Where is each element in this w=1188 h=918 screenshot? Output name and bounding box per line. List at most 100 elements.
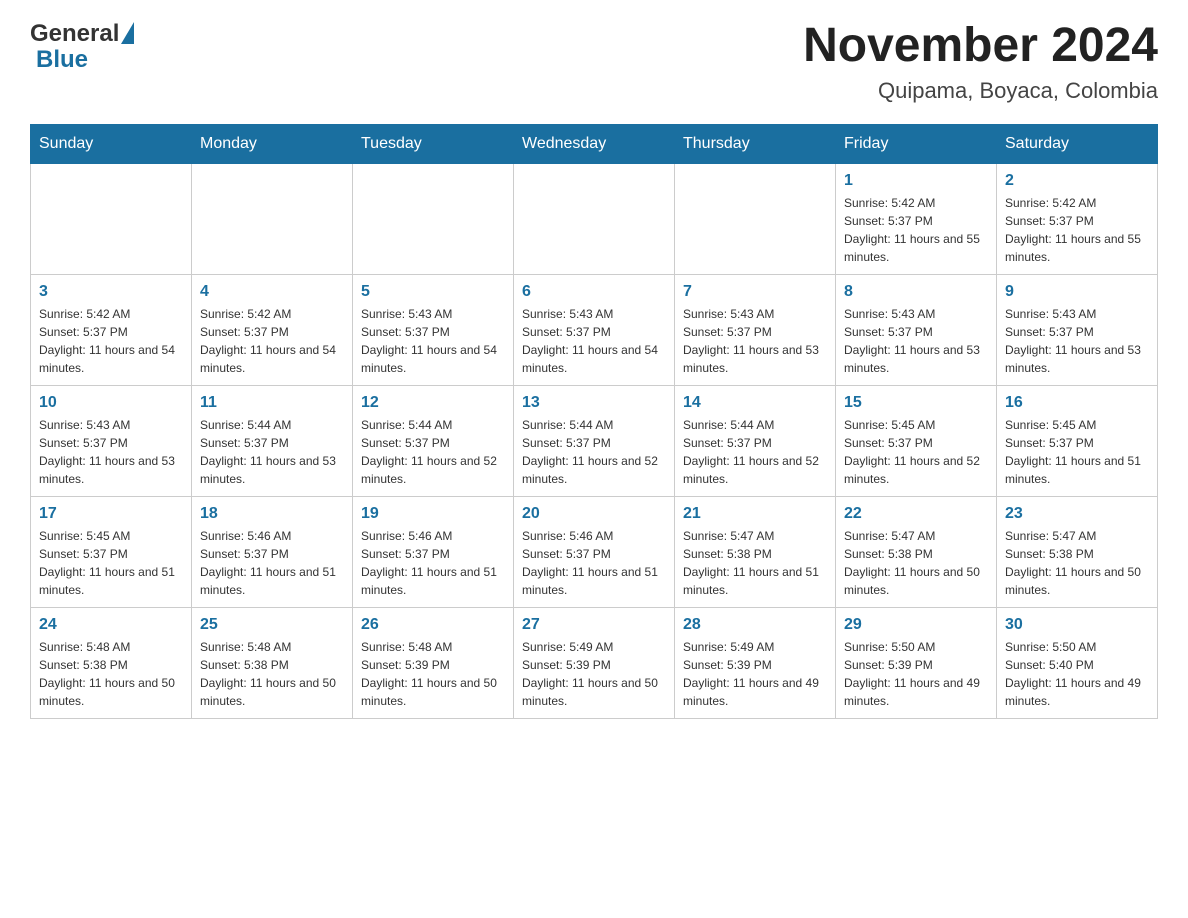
day-info: Sunrise: 5:46 AMSunset: 5:37 PMDaylight:… [361, 527, 505, 599]
calendar-cell: 20 Sunrise: 5:46 AMSunset: 5:37 PMDayligh… [514, 496, 675, 607]
day-number: 5 [361, 283, 505, 301]
weekday-header-friday: Friday [836, 124, 997, 163]
day-info: Sunrise: 5:50 AMSunset: 5:40 PMDaylight:… [1005, 638, 1149, 710]
calendar-title: November 2024 [803, 20, 1158, 73]
day-number: 8 [844, 283, 988, 301]
day-info: Sunrise: 5:49 AMSunset: 5:39 PMDaylight:… [522, 638, 666, 710]
day-info: Sunrise: 5:44 AMSunset: 5:37 PMDaylight:… [683, 416, 827, 488]
calendar-cell: 22 Sunrise: 5:47 AMSunset: 5:38 PMDayligh… [836, 496, 997, 607]
calendar-cell [353, 163, 514, 274]
day-number: 28 [683, 616, 827, 634]
week-row-1: 1 Sunrise: 5:42 AMSunset: 5:37 PMDaylight… [31, 163, 1158, 274]
day-number: 2 [1005, 172, 1149, 190]
day-number: 15 [844, 394, 988, 412]
day-number: 30 [1005, 616, 1149, 634]
logo-triangle-icon [121, 22, 134, 44]
calendar-header-row: SundayMondayTuesdayWednesdayThursdayFrid… [31, 124, 1158, 163]
day-info: Sunrise: 5:43 AMSunset: 5:37 PMDaylight:… [39, 416, 183, 488]
day-info: Sunrise: 5:50 AMSunset: 5:39 PMDaylight:… [844, 638, 988, 710]
calendar-cell: 3Sunrise: 5:42 AMSunset: 5:37 PMDaylight… [31, 274, 192, 385]
day-info: Sunrise: 5:44 AMSunset: 5:37 PMDaylight:… [522, 416, 666, 488]
weekday-header-monday: Monday [192, 124, 353, 163]
day-info: Sunrise: 5:49 AMSunset: 5:39 PMDaylight:… [683, 638, 827, 710]
day-info: Sunrise: 5:45 AMSunset: 5:37 PMDaylight:… [844, 416, 988, 488]
day-info: Sunrise: 5:43 AMSunset: 5:37 PMDaylight:… [522, 305, 666, 377]
calendar-cell [192, 163, 353, 274]
day-info: Sunrise: 5:42 AMSunset: 5:37 PMDaylight:… [1005, 194, 1149, 266]
day-number: 24 [39, 616, 183, 634]
calendar-cell: 1 Sunrise: 5:42 AMSunset: 5:37 PMDaylight… [836, 163, 997, 274]
day-info: Sunrise: 5:45 AMSunset: 5:37 PMDaylight:… [1005, 416, 1149, 488]
calendar-cell: 23Sunrise: 5:47 AMSunset: 5:38 PMDayligh… [997, 496, 1158, 607]
day-number: 29 [844, 616, 988, 634]
week-row-2: 3 Sunrise: 5:42 AMSunset: 5:37 PMDaylight… [31, 274, 1158, 385]
day-number: 11 [200, 394, 344, 412]
calendar-cell [514, 163, 675, 274]
day-number: 27 [522, 616, 666, 634]
day-info: Sunrise: 5:46 AMSunset: 5:37 PMDaylight:… [522, 527, 666, 599]
day-number: 9 [1005, 283, 1149, 301]
calendar-cell: 25 Sunrise: 5:48 AMSunset: 5:38 PMDayligh… [192, 607, 353, 718]
day-info: Sunrise: 5:43 AMSunset: 5:37 PMDaylight:… [1005, 305, 1149, 377]
day-info: Sunrise: 5:47 AMSunset: 5:38 PMDaylight:… [683, 527, 827, 599]
weekday-header-tuesday: Tuesday [353, 124, 514, 163]
day-info: Sunrise: 5:48 AMSunset: 5:38 PMDaylight:… [39, 638, 183, 710]
logo-general-text: General [30, 20, 119, 48]
calendar-cell: 13 Sunrise: 5:44 AMSunset: 5:37 PMDayligh… [514, 385, 675, 496]
weekday-header-wednesday: Wednesday [514, 124, 675, 163]
calendar-cell [31, 163, 192, 274]
week-row-3: 10 Sunrise: 5:43 AMSunset: 5:37 PMDayligh… [31, 385, 1158, 496]
calendar-cell: 27 Sunrise: 5:49 AMSunset: 5:39 PMDayligh… [514, 607, 675, 718]
calendar-cell: 14 Sunrise: 5:44 AMSunset: 5:37 PMDayligh… [675, 385, 836, 496]
day-info: Sunrise: 5:44 AMSunset: 5:37 PMDaylight:… [200, 416, 344, 488]
calendar-cell: 11 Sunrise: 5:44 AMSunset: 5:37 PMDayligh… [192, 385, 353, 496]
calendar-cell: 30 Sunrise: 5:50 AMSunset: 5:40 PMDayligh… [997, 607, 1158, 718]
day-info: Sunrise: 5:43 AMSunset: 5:37 PMDaylight:… [683, 305, 827, 377]
calendar-cell: 16 Sunrise: 5:45 AMSunset: 5:37 PMDayligh… [997, 385, 1158, 496]
weekday-header-thursday: Thursday [675, 124, 836, 163]
calendar-cell: 6Sunrise: 5:43 AMSunset: 5:37 PMDaylight… [514, 274, 675, 385]
calendar-cell: 28 Sunrise: 5:49 AMSunset: 5:39 PMDayligh… [675, 607, 836, 718]
weekday-header-sunday: Sunday [31, 124, 192, 163]
calendar-title-block: November 2024 Quipama, Boyaca, Colombia [803, 20, 1158, 104]
day-info: Sunrise: 5:48 AMSunset: 5:38 PMDaylight:… [200, 638, 344, 710]
day-number: 20 [522, 505, 666, 523]
page-header: General Blue November 2024 Quipama, Boya… [30, 20, 1158, 104]
calendar-cell: 7 Sunrise: 5:43 AMSunset: 5:37 PMDaylight… [675, 274, 836, 385]
calendar-cell: 2 Sunrise: 5:42 AMSunset: 5:37 PMDaylight… [997, 163, 1158, 274]
day-number: 7 [683, 283, 827, 301]
calendar-cell: 24 Sunrise: 5:48 AMSunset: 5:38 PMDayligh… [31, 607, 192, 718]
day-number: 3 [39, 283, 183, 301]
day-number: 19 [361, 505, 505, 523]
day-number: 22 [844, 505, 988, 523]
calendar-cell: 17 Sunrise: 5:45 AMSunset: 5:37 PMDayligh… [31, 496, 192, 607]
day-number: 4 [200, 283, 344, 301]
calendar-cell: 15 Sunrise: 5:45 AMSunset: 5:37 PMDayligh… [836, 385, 997, 496]
day-info: Sunrise: 5:46 AMSunset: 5:37 PMDaylight:… [200, 527, 344, 599]
day-info: Sunrise: 5:45 AMSunset: 5:37 PMDaylight:… [39, 527, 183, 599]
day-info: Sunrise: 5:44 AMSunset: 5:37 PMDaylight:… [361, 416, 505, 488]
day-number: 25 [200, 616, 344, 634]
day-info: Sunrise: 5:47 AMSunset: 5:38 PMDaylight:… [1005, 527, 1149, 599]
day-number: 17 [39, 505, 183, 523]
day-number: 13 [522, 394, 666, 412]
calendar-cell: 18Sunrise: 5:46 AMSunset: 5:37 PMDayligh… [192, 496, 353, 607]
calendar-cell: 26Sunrise: 5:48 AMSunset: 5:39 PMDayligh… [353, 607, 514, 718]
calendar-cell: 9 Sunrise: 5:43 AMSunset: 5:37 PMDaylight… [997, 274, 1158, 385]
day-number: 10 [39, 394, 183, 412]
day-number: 16 [1005, 394, 1149, 412]
calendar-cell: 5 Sunrise: 5:43 AMSunset: 5:37 PMDaylight… [353, 274, 514, 385]
logo-blue-text: Blue [36, 46, 88, 73]
day-info: Sunrise: 5:42 AMSunset: 5:37 PMDaylight:… [844, 194, 988, 266]
day-number: 1 [844, 172, 988, 190]
day-info: Sunrise: 5:43 AMSunset: 5:37 PMDaylight:… [844, 305, 988, 377]
day-number: 26 [361, 616, 505, 634]
day-info: Sunrise: 5:42 AMSunset: 5:37 PMDaylight:… [200, 305, 344, 377]
weekday-header-saturday: Saturday [997, 124, 1158, 163]
day-info: Sunrise: 5:43 AMSunset: 5:37 PMDaylight:… [361, 305, 505, 377]
day-number: 14 [683, 394, 827, 412]
day-info: Sunrise: 5:47 AMSunset: 5:38 PMDaylight:… [844, 527, 988, 599]
logo: General Blue [30, 20, 134, 74]
week-row-5: 24 Sunrise: 5:48 AMSunset: 5:38 PMDayligh… [31, 607, 1158, 718]
calendar-cell: 19 Sunrise: 5:46 AMSunset: 5:37 PMDayligh… [353, 496, 514, 607]
